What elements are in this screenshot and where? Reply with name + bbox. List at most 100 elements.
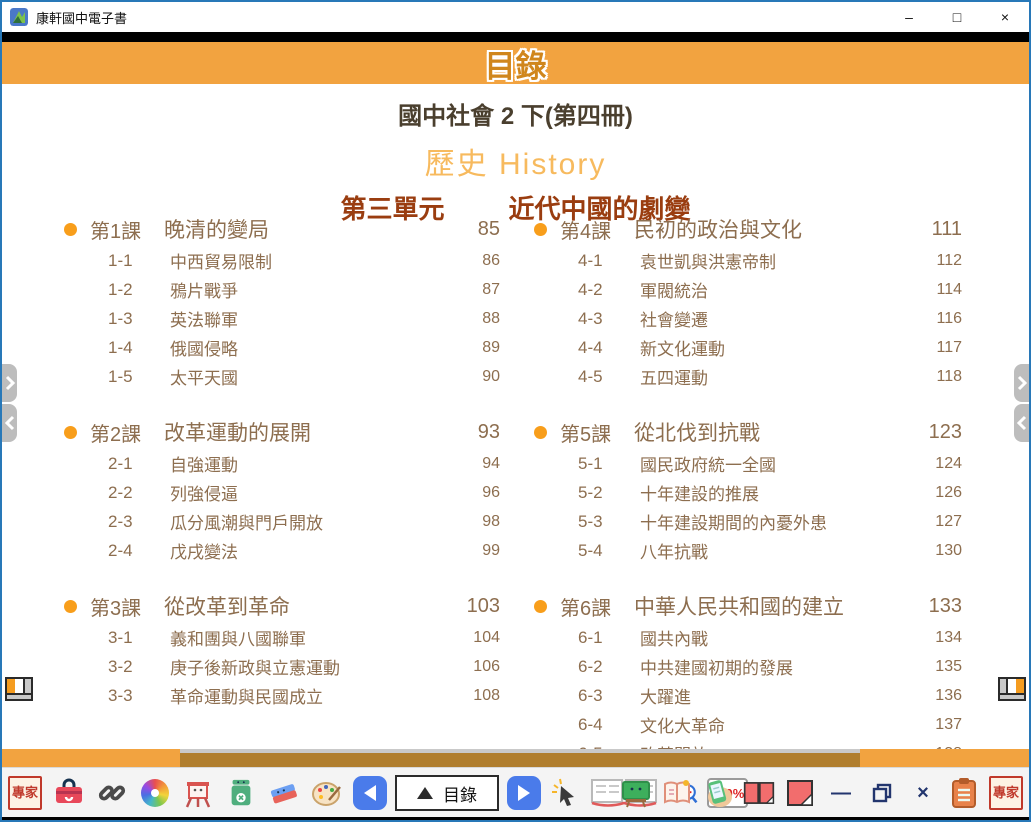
toc-subsection-row[interactable]: 4-2軍閥統治114 (534, 275, 962, 304)
toc-subsection-row[interactable]: 4-1袁世凱與洪憲帝制112 (534, 246, 962, 275)
toc-subsection-row[interactable]: 6-5改革開放138 (534, 739, 962, 749)
page-flip-left-icon[interactable] (5, 677, 33, 701)
toc-subsection-row[interactable]: 5-3十年建設期間的內憂外患127 (534, 507, 962, 536)
subsection-page-number: 135 (910, 658, 962, 676)
toc-subsection-row[interactable]: 1-5太平天國90 (64, 362, 500, 391)
scrollbar-thumb[interactable] (180, 749, 860, 767)
toc-subsection-row[interactable]: 2-2列強侵逼96 (64, 478, 500, 507)
right-panel-expand-button[interactable] (1014, 364, 1029, 402)
palette-icon[interactable] (311, 777, 343, 809)
toc-subsection-row[interactable]: 1-4俄國侵略89 (64, 333, 500, 362)
subsection-title: 改革開放 (640, 741, 910, 749)
app-logo-icon (10, 8, 28, 26)
horizontal-scrollbar[interactable] (2, 749, 1029, 767)
toc-lesson-row[interactable]: 第5課從北伐到抗戰123 (534, 415, 962, 449)
lesson-number: 第6課 (560, 592, 634, 621)
window-minimize-button[interactable]: – (885, 2, 933, 32)
link-icon[interactable] (96, 777, 128, 809)
subsection-number: 5-4 (578, 541, 640, 561)
expert-mode-button-right[interactable]: 專家 (989, 776, 1023, 810)
toc-subsection-row[interactable]: 5-2十年建設的推展126 (534, 478, 962, 507)
toc-subsection-row[interactable]: 3-3革命運動與民國成立108 (64, 681, 500, 710)
expert-mode-button[interactable]: 專家 (8, 776, 42, 810)
toolbox-icon[interactable] (53, 777, 85, 809)
whiteboard-easel-icon[interactable] (182, 777, 214, 809)
subsection-page-number: 94 (448, 455, 500, 473)
trash-icon[interactable] (225, 777, 257, 809)
toc-subsection-row[interactable]: 3-1義和團與八國聯軍104 (64, 623, 500, 652)
toc-subsection-row[interactable]: 4-3社會變遷116 (534, 304, 962, 333)
subsection-title: 國民政府統一全國 (640, 451, 910, 476)
window-title: 康軒國中電子書 (36, 8, 127, 27)
cursor-tool-icon[interactable] (549, 777, 581, 809)
next-page-button[interactable] (507, 776, 541, 810)
subsection-page-number: 99 (448, 542, 500, 560)
eraser-icon[interactable] (268, 777, 300, 809)
subsection-number: 4-3 (578, 309, 640, 329)
toc-subsection-row[interactable]: 6-4文化大革命137 (534, 710, 962, 739)
toc-subsection-row[interactable]: 5-4八年抗戰130 (534, 536, 962, 565)
subsection-number: 5-1 (578, 454, 640, 474)
toc-subsection-row[interactable]: 1-1中西貿易限制86 (64, 246, 500, 275)
toolbar-minimize-button[interactable]: — (825, 777, 857, 809)
mobile-device-icon[interactable] (702, 777, 734, 809)
toc-subsection-row[interactable]: 3-2庚子後新政與立憲運動106 (64, 652, 500, 681)
subsection-title: 八年抗戰 (640, 538, 910, 563)
two-page-view-icon[interactable] (743, 777, 775, 809)
toc-lesson-row[interactable]: 第6課中華人民共和國的建立133 (534, 589, 962, 623)
chevron-left-icon (5, 415, 15, 431)
toc-subsection-row[interactable]: 2-3瓜分風潮與門戶開放98 (64, 507, 500, 536)
left-panel-expand-button[interactable] (2, 364, 17, 402)
toc-subsection-row[interactable]: 5-1國民政府統一全國124 (534, 449, 962, 478)
chevron-left-icon (1017, 415, 1027, 431)
subsection-title: 文化大革命 (640, 712, 910, 737)
subsection-title: 太平天國 (170, 364, 448, 389)
subsection-title: 革命運動與民國成立 (170, 683, 448, 708)
subsection-number: 3-1 (108, 628, 170, 648)
left-edge-nav (2, 364, 17, 442)
lesson-title: 中華人民共和國的建立 (634, 591, 910, 621)
subsection-number: 3-3 (108, 686, 170, 706)
toc-subsection-row[interactable]: 6-1國共內戰134 (534, 623, 962, 652)
toc-subsection-row[interactable]: 4-5五四運動118 (534, 362, 962, 391)
toolbar-restore-button[interactable] (866, 777, 898, 809)
toc-subsection-row[interactable]: 2-4戊戌變法99 (64, 536, 500, 565)
toc-subsection-row[interactable]: 4-4新文化運動117 (534, 333, 962, 362)
toc-subsection-row[interactable]: 2-1自強運動94 (64, 449, 500, 478)
subsection-title: 戊戌變法 (170, 538, 448, 563)
subsection-page-number: 137 (910, 716, 962, 734)
blackboard-icon[interactable] (620, 777, 652, 809)
toc-lesson-row[interactable]: 第1課晚清的變局85 (64, 212, 500, 246)
subsection-number: 6-3 (578, 686, 640, 706)
subsection-page-number: 126 (910, 484, 962, 502)
prev-page-button[interactable] (353, 776, 387, 810)
window-close-button[interactable]: × (981, 2, 1029, 32)
toolbar-close-button[interactable]: × (907, 777, 939, 809)
subsection-page-number: 124 (910, 455, 962, 473)
toc-lesson-row[interactable]: 第2課改革運動的展開93 (64, 415, 500, 449)
toc-subsection-row[interactable]: 1-2鴉片戰爭87 (64, 275, 500, 304)
right-panel-collapse-button[interactable] (1014, 404, 1029, 442)
window-maximize-button[interactable]: □ (933, 2, 981, 32)
page-flip-right-icon[interactable] (998, 677, 1026, 701)
toc-lesson-block: 第5課從北伐到抗戰1235-1國民政府統一全國1245-2十年建設的推展1265… (534, 415, 962, 565)
toc-lesson-row[interactable]: 第3課從改革到革命103 (64, 589, 500, 623)
toc-subsection-row[interactable]: 6-3大躍進136 (534, 681, 962, 710)
one-page-view-icon[interactable] (784, 777, 816, 809)
page-selector[interactable]: 目錄 (395, 775, 499, 811)
toc-lesson-row[interactable]: 第4課民初的政治與文化111 (534, 212, 962, 246)
toc-lesson-block: 第1課晚清的變局851-1中西貿易限制861-2鴉片戰爭871-3英法聯軍881… (64, 212, 500, 391)
color-pinwheel-icon[interactable] (139, 777, 171, 809)
toc-subsection-row[interactable]: 6-2中共建國初期的發展135 (534, 652, 962, 681)
subsection-page-number: 104 (448, 629, 500, 647)
subsection-page-number: 116 (910, 310, 962, 328)
left-panel-collapse-button[interactable] (2, 404, 17, 442)
toc-subsection-row[interactable]: 1-3英法聯軍88 (64, 304, 500, 333)
subsection-title: 鴉片戰爭 (170, 277, 448, 302)
notes-clipboard-icon[interactable] (948, 777, 980, 809)
lesson-title: 從改革到革命 (164, 591, 448, 621)
workbook-icon[interactable] (661, 777, 693, 809)
title-bar: 康軒國中電子書 – □ × (2, 2, 1029, 32)
subsection-title: 袁世凱與洪憲帝制 (640, 248, 910, 273)
bottom-toolbar: 專家 (2, 767, 1029, 817)
